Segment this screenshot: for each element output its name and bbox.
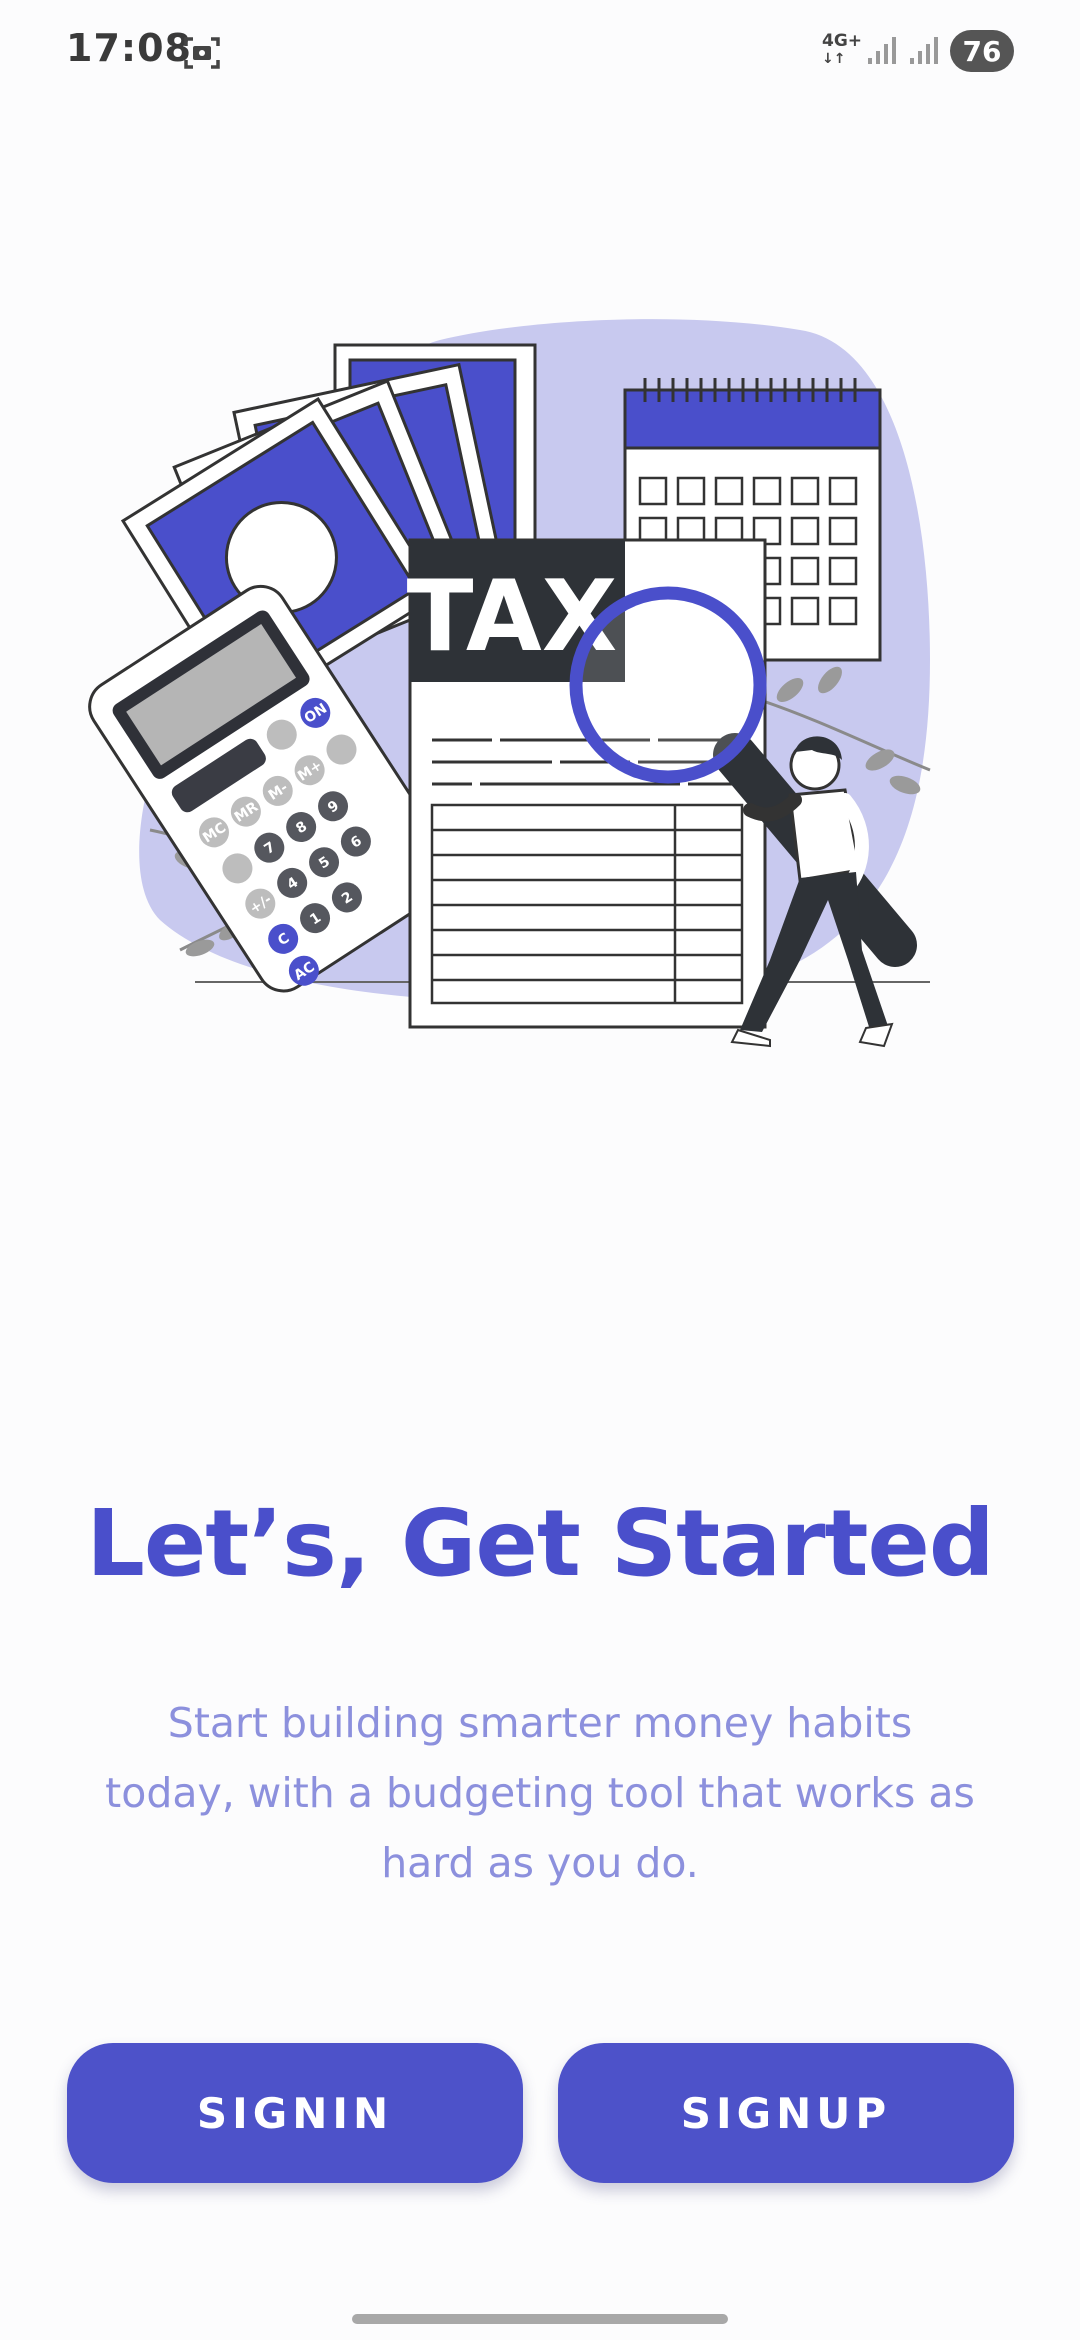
headline: Let’s, Get Started — [86, 1490, 995, 1597]
subtitle: Start building smarter money habits toda… — [100, 1688, 980, 1898]
subtitle-line: hard as you do. — [381, 1839, 699, 1887]
signup-button[interactable]: SIGNUP — [558, 2043, 1014, 2183]
subtitle-line: Start building smarter money habits — [167, 1699, 913, 1747]
subtitle-line: today, with a budgeting tool that works … — [105, 1769, 975, 1817]
home-indicator[interactable] — [352, 2314, 728, 2324]
screen: 17:08 4G+ ↓↑ 76 ON MC MR M- M+ 7 8 9 +/-… — [0, 0, 1080, 2340]
tax-illustration: ON MC MR M- M+ 7 8 9 +/- 4 5 6 C 1 2 AC — [88, 319, 931, 1048]
signin-button[interactable]: SIGNIN — [67, 2043, 523, 2183]
